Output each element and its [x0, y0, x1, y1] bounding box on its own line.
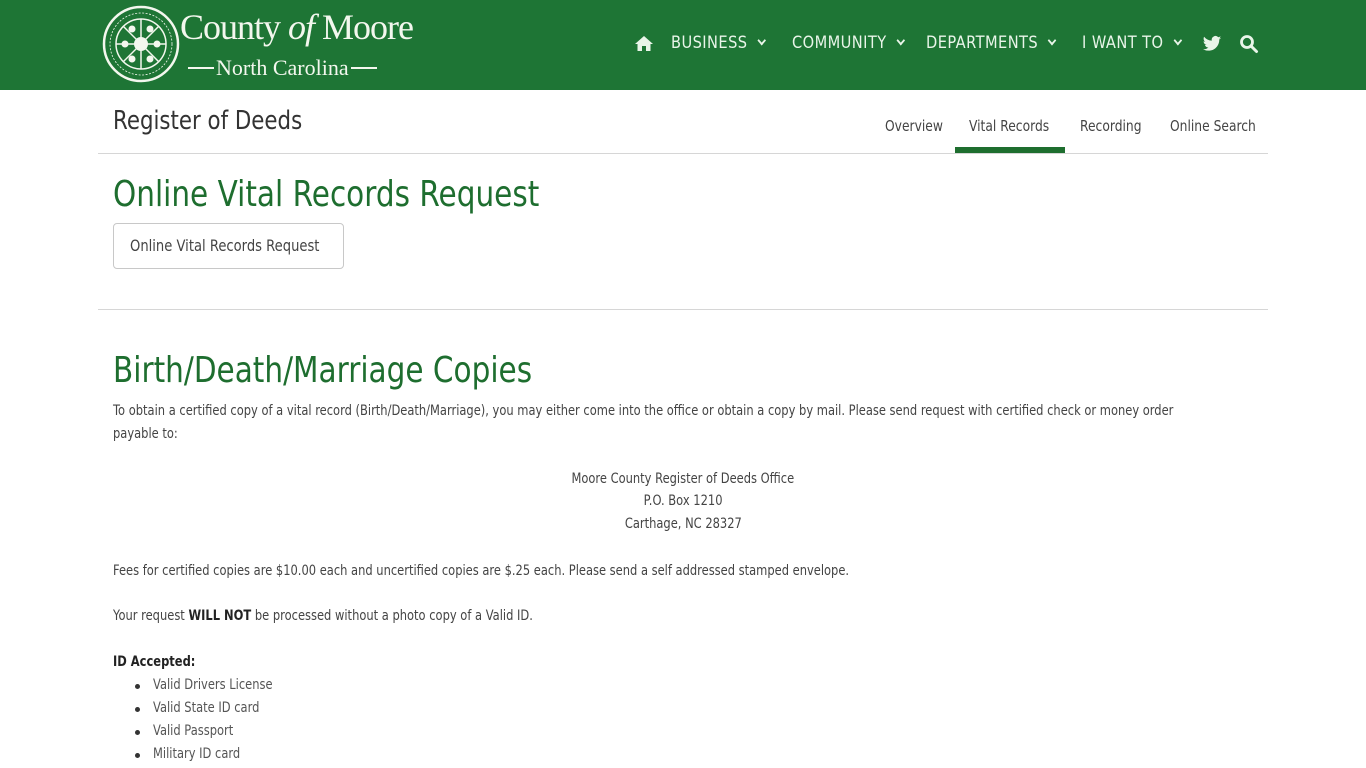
fees-text: Fees for certified copies are $10.00 eac… — [113, 563, 850, 579]
logo-subtitle: North Carolina — [186, 55, 379, 81]
nav-i-want-to[interactable]: I WANT TO — [1082, 33, 1182, 53]
address-line-office: Moore County Register of Deeds Office — [571, 471, 795, 487]
twitter-icon[interactable] — [1202, 34, 1222, 54]
nav-business[interactable]: BUSINESS — [671, 33, 766, 53]
chevron-down-icon — [757, 35, 766, 46]
address-line-po-box: P.O. Box 1210 — [643, 493, 723, 509]
section-divider — [98, 309, 1268, 310]
intro-text: To obtain a certified copy of a vital re… — [113, 403, 1174, 419]
search-icon[interactable] — [1239, 34, 1259, 54]
tab-online-search[interactable]: Online Search — [1170, 117, 1256, 135]
department-tabs: Overview Vital Records Recording Online … — [98, 90, 1268, 154]
chevron-down-icon — [1173, 35, 1182, 46]
id-notice: Your request WILL NOT be processed witho… — [113, 608, 533, 624]
tab-vital-records[interactable]: Vital Records — [969, 117, 1049, 135]
tab-recording[interactable]: Recording — [1080, 117, 1142, 135]
address-line-city: Carthage, NC 28327 — [624, 516, 742, 532]
tab-overview[interactable]: Overview — [885, 117, 943, 135]
button-label: Online Vital Records Request — [130, 236, 320, 255]
intro-text-continued: payable to: — [113, 426, 178, 442]
active-tab-indicator — [955, 147, 1065, 153]
county-logo-link[interactable]: County of Moore North Carolina — [102, 5, 414, 85]
nav-departments[interactable]: DEPARTMENTS — [926, 33, 1057, 53]
online-request-heading: Online Vital Records Request — [113, 174, 540, 215]
id-accepted-label: ID Accepted: — [113, 654, 196, 670]
copies-heading: Birth/Death/Marriage Copies — [113, 350, 533, 391]
chevron-down-icon — [896, 35, 906, 46]
site-header: County of Moore North Carolina BUSINESS … — [0, 0, 1366, 90]
chevron-down-icon — [1048, 35, 1057, 46]
nav-community[interactable]: COMMUNITY — [792, 33, 906, 53]
online-vital-records-request-button[interactable]: Online Vital Records Request — [113, 223, 344, 269]
logo-title: County of Moore — [180, 7, 414, 47]
county-seal-icon — [102, 5, 180, 83]
home-icon[interactable] — [634, 34, 654, 54]
